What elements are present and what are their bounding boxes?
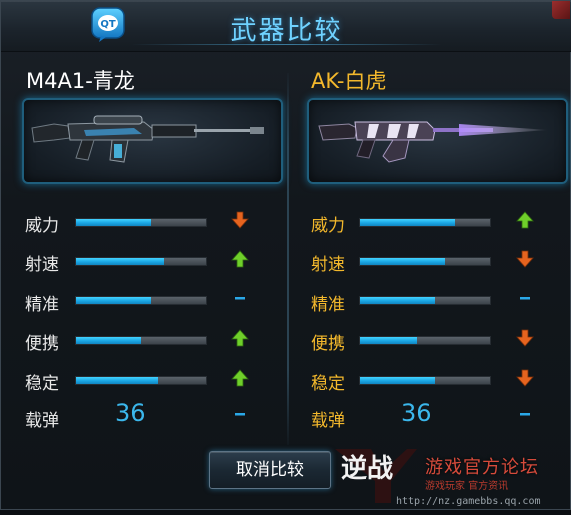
dash-icon — [235, 297, 245, 300]
up-arrow-icon — [231, 250, 249, 268]
right-stat-bar-mobility — [359, 336, 491, 345]
right-ammo-trend — [516, 405, 534, 423]
left-ammo-trend — [231, 405, 249, 423]
up-arrow-icon — [231, 329, 249, 347]
dialog-title: 武器比较 — [230, 16, 343, 46]
left-stat-bar-mobility — [75, 336, 207, 345]
right-stat-label-stability: 稳定 — [311, 374, 345, 394]
qt-icon[interactable]: QT — [89, 5, 127, 43]
up-arrow-icon — [516, 211, 534, 229]
right-stat-bar-accuracy — [359, 296, 491, 305]
left-ammo-label: 载弹 — [25, 411, 59, 431]
right-ammo-value: 36 — [401, 399, 432, 427]
dash-icon — [520, 297, 530, 300]
right-stat-label-accuracy: 精准 — [311, 295, 345, 315]
svg-text:QT: QT — [100, 19, 116, 30]
left-stat-label-rate: 射速 — [25, 255, 59, 275]
left-stat-label-mobility: 便携 — [25, 334, 59, 354]
down-arrow-icon — [231, 211, 249, 229]
right-stat-label-mobility: 便携 — [311, 334, 345, 354]
left-stat-trend-stability — [231, 369, 249, 387]
column-divider — [287, 73, 289, 445]
left-stat-label-accuracy: 精准 — [25, 295, 59, 315]
left-stat-trend-rate — [231, 250, 249, 268]
up-arrow-icon — [231, 369, 249, 387]
watermark-tag-text: 游戏玩家 官方资讯 — [425, 481, 509, 492]
left-stat-bar-power — [75, 218, 207, 227]
left-stat-trend-mobility — [231, 329, 249, 347]
right-stat-trend-stability — [516, 369, 534, 387]
right-stat-trend-rate — [516, 250, 534, 268]
right-stat-bar-rate — [359, 257, 491, 266]
left-stat-label-power: 威力 — [25, 216, 59, 236]
right-ammo-label: 载弹 — [311, 411, 345, 431]
dialog-titlebar: 武器比较 — [1, 1, 571, 52]
right-stat-trend-power — [516, 211, 534, 229]
right-stat-label-rate: 射速 — [311, 255, 345, 275]
right-stat-trend-accuracy — [516, 289, 534, 307]
cancel-compare-button[interactable]: 取消比较 — [209, 451, 331, 489]
left-weapon-image — [22, 98, 283, 184]
watermark-logo-text: 逆战 — [341, 453, 393, 484]
right-stat-bar-power — [359, 218, 491, 227]
right-stat-bar-stability — [359, 376, 491, 385]
left-weapon-name: M4A1-青龙 — [26, 69, 135, 93]
watermark-forum-text: 游戏官方论坛 — [425, 457, 539, 478]
left-stat-label-stability: 稳定 — [25, 374, 59, 394]
watermark-url: http://nz.gamebbs.qq.com — [396, 496, 541, 507]
close-corner[interactable] — [552, 1, 570, 19]
right-stat-trend-mobility — [516, 329, 534, 347]
ak-rifle-image — [318, 121, 549, 163]
left-stat-trend-power — [231, 211, 249, 229]
down-arrow-icon — [516, 369, 534, 387]
right-weapon-image — [307, 98, 568, 184]
left-stat-bar-stability — [75, 376, 207, 385]
weapon-compare-dialog: 武器比较 QT M4A1-青龙 AK-白虎 威力 射速 精准 便携 稳定 载弹 … — [0, 0, 571, 510]
right-stat-label-power: 威力 — [311, 216, 345, 236]
left-stat-bar-accuracy — [75, 296, 207, 305]
left-stat-bar-rate — [75, 257, 207, 266]
m4a1-rifle-image — [31, 115, 264, 163]
left-stat-trend-accuracy — [231, 289, 249, 307]
right-weapon-name: AK-白虎 — [311, 69, 387, 93]
down-arrow-icon — [516, 329, 534, 347]
down-arrow-icon — [516, 250, 534, 268]
dash-icon — [520, 413, 530, 416]
left-ammo-value: 36 — [115, 399, 146, 427]
dash-icon — [235, 413, 245, 416]
